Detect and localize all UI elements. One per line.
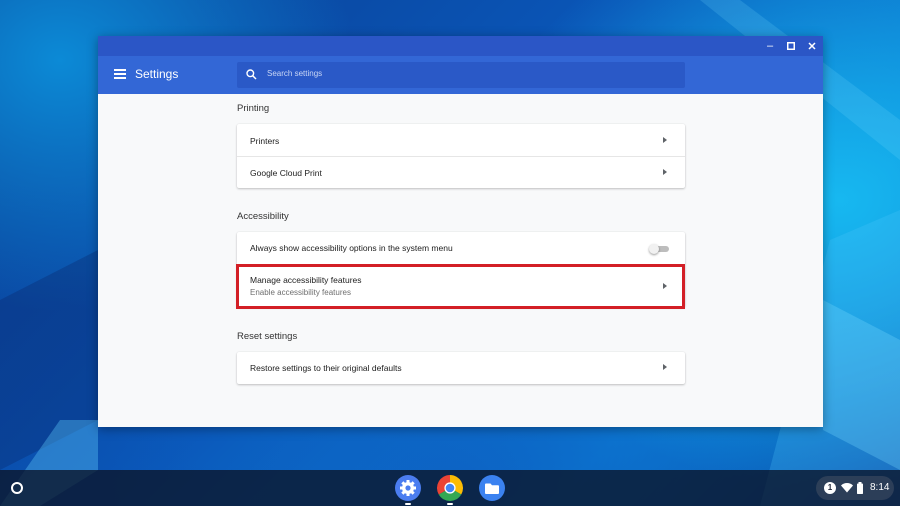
close-button[interactable] <box>805 39 819 53</box>
printers-row[interactable]: Printers <box>237 124 685 156</box>
files-app-icon[interactable] <box>479 475 505 501</box>
google-cloud-print-label: Google Cloud Print <box>250 168 322 178</box>
arrow-right-icon <box>663 169 667 175</box>
accessibility-menu-toggle[interactable] <box>649 244 671 254</box>
maximize-button[interactable] <box>784 39 798 53</box>
clock: 8:14 <box>870 482 890 493</box>
window-titlebar: – <box>98 36 823 56</box>
running-indicator <box>447 503 453 505</box>
notification-badge: 1 <box>824 482 836 494</box>
arrow-right-icon <box>663 364 667 370</box>
accessibility-card: Always show accessibility options in the… <box>237 232 685 307</box>
wifi-icon <box>841 483 853 493</box>
chrome-app-icon[interactable] <box>436 475 464 502</box>
restore-defaults-label: Restore settings to their original defau… <box>250 363 402 373</box>
arrow-right-icon <box>663 283 667 289</box>
arrow-right-icon <box>663 137 667 143</box>
settings-window: – Settings Search settings Printing Prin… <box>98 36 823 427</box>
restore-defaults-row[interactable]: Restore settings to their original defau… <box>237 352 685 384</box>
gear-icon <box>400 480 416 496</box>
reset-card: Restore settings to their original defau… <box>237 352 685 384</box>
google-cloud-print-row[interactable]: Google Cloud Print <box>237 156 685 188</box>
section-title-printing: Printing <box>237 103 270 114</box>
chrome-icon <box>436 475 464 502</box>
shelf: 1 8:14 <box>0 470 900 506</box>
manage-accessibility-row[interactable]: Manage accessibility features Enable acc… <box>237 264 685 307</box>
search-icon <box>246 69 257 80</box>
always-show-accessibility-label: Always show accessibility options in the… <box>250 243 453 253</box>
search-placeholder: Search settings <box>267 69 323 78</box>
battery-icon <box>857 482 863 494</box>
settings-content: Printing Printers Google Cloud Print Acc… <box>98 94 823 427</box>
system-tray[interactable]: 1 8:14 <box>816 476 894 500</box>
hamburger-menu-icon[interactable] <box>114 69 126 79</box>
search-input[interactable]: Search settings <box>237 62 685 88</box>
minimize-button[interactable]: – <box>763 39 777 53</box>
maximize-icon <box>787 42 795 50</box>
running-indicator <box>405 503 411 505</box>
settings-header: Settings Search settings <box>98 56 823 94</box>
close-icon <box>808 42 816 50</box>
manage-accessibility-sublabel: Enable accessibility features <box>250 288 351 297</box>
launcher-button[interactable] <box>11 482 23 494</box>
printing-card: Printers Google Cloud Print <box>237 124 685 188</box>
section-title-reset: Reset settings <box>237 331 298 342</box>
printers-label: Printers <box>250 136 280 146</box>
page-title: Settings <box>135 67 179 81</box>
always-show-accessibility-row[interactable]: Always show accessibility options in the… <box>237 232 685 264</box>
settings-app-icon[interactable] <box>395 475 421 501</box>
section-title-accessibility: Accessibility <box>237 211 289 222</box>
manage-accessibility-label: Manage accessibility features <box>250 275 362 285</box>
folder-icon <box>485 483 499 494</box>
